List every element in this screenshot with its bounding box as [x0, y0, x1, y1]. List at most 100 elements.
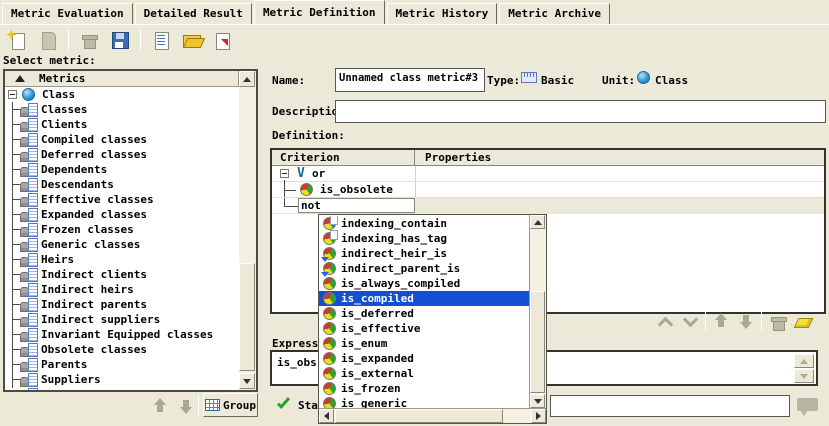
save-metric-icon[interactable] [109, 29, 131, 51]
group-toggle-button[interactable]: Group [203, 393, 258, 417]
dropdown-item-label: is_effective [341, 322, 420, 335]
tree-item-indirect-heirs[interactable]: Indirect heirs [5, 282, 239, 297]
tree-item-label: Classes [39, 103, 87, 116]
dropdown-item-indexing-contain[interactable]: indexing_contain [319, 216, 529, 231]
criterion-row-or[interactable]: V or [272, 166, 824, 182]
tree-item-partial[interactable] [5, 387, 239, 390]
scroll-thumb[interactable] [335, 409, 503, 423]
tree-item-indirect-suppliers[interactable]: Indirect suppliers [5, 312, 239, 327]
tree-item-deferred-classes[interactable]: Deferred classes [5, 147, 239, 162]
tab-metric-evaluation[interactable]: Metric Evaluation [2, 3, 133, 24]
collapse-icon[interactable] [280, 169, 289, 178]
dropdown-item-indirect-parent-is[interactable]: indirect_parent_is [319, 261, 529, 276]
tree-item-classes[interactable]: Classes [5, 102, 239, 117]
criterion-row-editing[interactable]: not [272, 198, 824, 214]
tree-item-obsolete-classes[interactable]: Obsolete classes [5, 342, 239, 357]
metrics-tree-panel: Metrics Class ClassesClientsCompiled cla… [3, 69, 258, 392]
tree-item-indirect-parents[interactable]: Indirect parents [5, 297, 239, 312]
open-metric-file-icon[interactable] [181, 29, 203, 51]
scroll-up-button[interactable] [239, 71, 255, 87]
comment-input[interactable] [550, 395, 790, 417]
metric-icon [20, 388, 37, 390]
export-metrics-icon[interactable] [212, 29, 234, 51]
tree-item-dependents[interactable]: Dependents [5, 162, 239, 177]
tree-item-parents[interactable]: Parents [5, 357, 239, 372]
select-metric-label: Select metric: [3, 54, 96, 67]
description-input[interactable] [335, 100, 826, 123]
scroll-thumb[interactable] [530, 291, 545, 393]
dropdown-item-is-deferred[interactable]: is_deferred [319, 306, 529, 321]
tree-item-expanded-classes[interactable]: Expanded classes [5, 207, 239, 222]
duplicate-metric-icon[interactable] [37, 29, 59, 51]
metric-icon [20, 193, 37, 206]
tree-item-heirs[interactable]: Heirs [5, 252, 239, 267]
tree-item-generic-classes[interactable]: Generic classes [5, 237, 239, 252]
scroll-left-button[interactable] [319, 409, 334, 423]
dropdown-item-is-compiled[interactable]: is_compiled [319, 291, 529, 306]
tree-item-label: Suppliers [39, 373, 101, 386]
scroll-right-button[interactable] [531, 409, 546, 423]
and-criterion-icon[interactable] [655, 311, 675, 331]
properties-column-header[interactable]: Properties [415, 150, 491, 165]
move-criterion-up-icon[interactable] [711, 311, 731, 331]
scroll-down-button[interactable] [239, 373, 255, 389]
operator-label: or [312, 167, 325, 180]
metric-icon [20, 298, 37, 311]
move-metric-up-button[interactable] [150, 396, 168, 414]
tree-item-invariant-equipped-classes[interactable]: Invariant Equipped classes [5, 327, 239, 342]
new-metric-icon[interactable] [6, 29, 28, 51]
scroll-up-button[interactable] [530, 215, 545, 229]
erase-criterion-icon[interactable] [792, 311, 812, 331]
dropdown-item-is-enum[interactable]: is_enum [319, 336, 529, 351]
tree-item-frozen-classes[interactable]: Frozen classes [5, 222, 239, 237]
type-value: Basic [541, 74, 574, 87]
tree-item-label: Descendants [39, 178, 114, 191]
move-metric-down-button[interactable] [176, 396, 194, 414]
tree-item-effective-classes[interactable]: Effective classes [5, 192, 239, 207]
tab-bar: Metric EvaluationDetailed ResultMetric D… [0, 0, 829, 24]
move-criterion-down-icon[interactable] [736, 311, 756, 331]
dropdown-item-label: is_compiled [341, 292, 414, 305]
delete-criterion-icon[interactable] [767, 311, 787, 331]
dropdown-item-is-effective[interactable]: is_effective [319, 321, 529, 336]
dropdown-item-label: indexing_has_tag [341, 232, 447, 245]
tab-metric-history[interactable]: Metric History [387, 3, 498, 24]
tree-item-class-root[interactable]: Class [5, 87, 239, 102]
tab-metric-archive[interactable]: Metric Archive [499, 3, 610, 24]
tree-item-descendants[interactable]: Descendants [5, 177, 239, 192]
dropdown-item-is-expanded[interactable]: is_expanded [319, 351, 529, 366]
definition-table-header: Criterion Properties [272, 150, 824, 166]
or-criterion-icon[interactable] [680, 311, 700, 331]
tree-item-suppliers[interactable]: Suppliers [5, 372, 239, 387]
dropdown-horizontal-scrollbar[interactable] [319, 408, 546, 423]
dropdown-item-indexing-has-tag[interactable]: indexing_has_tag [319, 231, 529, 246]
tree-item-label: Indirect suppliers [39, 313, 160, 326]
scroll-thumb[interactable] [239, 263, 255, 371]
delete-metric-icon[interactable] [78, 29, 100, 51]
tree-header[interactable]: Metrics [5, 71, 239, 87]
dropdown-item-is-external[interactable]: is_external [319, 366, 529, 381]
tab-detailed-result[interactable]: Detailed Result [135, 3, 252, 24]
metric-icon [20, 133, 37, 146]
metric-icon [20, 313, 37, 326]
tree-item-clients[interactable]: Clients [5, 117, 239, 132]
criterion-row-is-obsolete[interactable]: is_obsolete [272, 182, 824, 198]
import-metrics-icon[interactable] [150, 29, 172, 51]
dropdown-vertical-scrollbar[interactable] [529, 215, 546, 409]
dropdown-item-is-always-compiled[interactable]: is_always_compiled [319, 276, 529, 291]
tree-item-compiled-classes[interactable]: Compiled classes [5, 132, 239, 147]
metric-icon [20, 238, 37, 251]
expression-scroll-down-button[interactable] [794, 369, 814, 383]
expression-scroll-up-button[interactable] [794, 354, 814, 368]
dropdown-item-is-frozen[interactable]: is_frozen [319, 381, 529, 396]
collapse-icon[interactable] [8, 90, 17, 99]
criterion-column-header[interactable]: Criterion [272, 150, 415, 165]
scroll-down-button[interactable] [530, 394, 545, 408]
tree-item-indirect-clients[interactable]: Indirect clients [5, 267, 239, 282]
tree-scrollbar[interactable] [239, 71, 256, 390]
tab-metric-definition[interactable]: Metric Definition [254, 0, 385, 24]
name-input[interactable]: Unnamed class metric#3 [335, 68, 485, 92]
definition-label: Definition: [272, 129, 345, 142]
criterion-edit-box[interactable]: not [298, 198, 415, 213]
dropdown-item-indirect-heir-is[interactable]: indirect_heir_is [319, 246, 529, 261]
